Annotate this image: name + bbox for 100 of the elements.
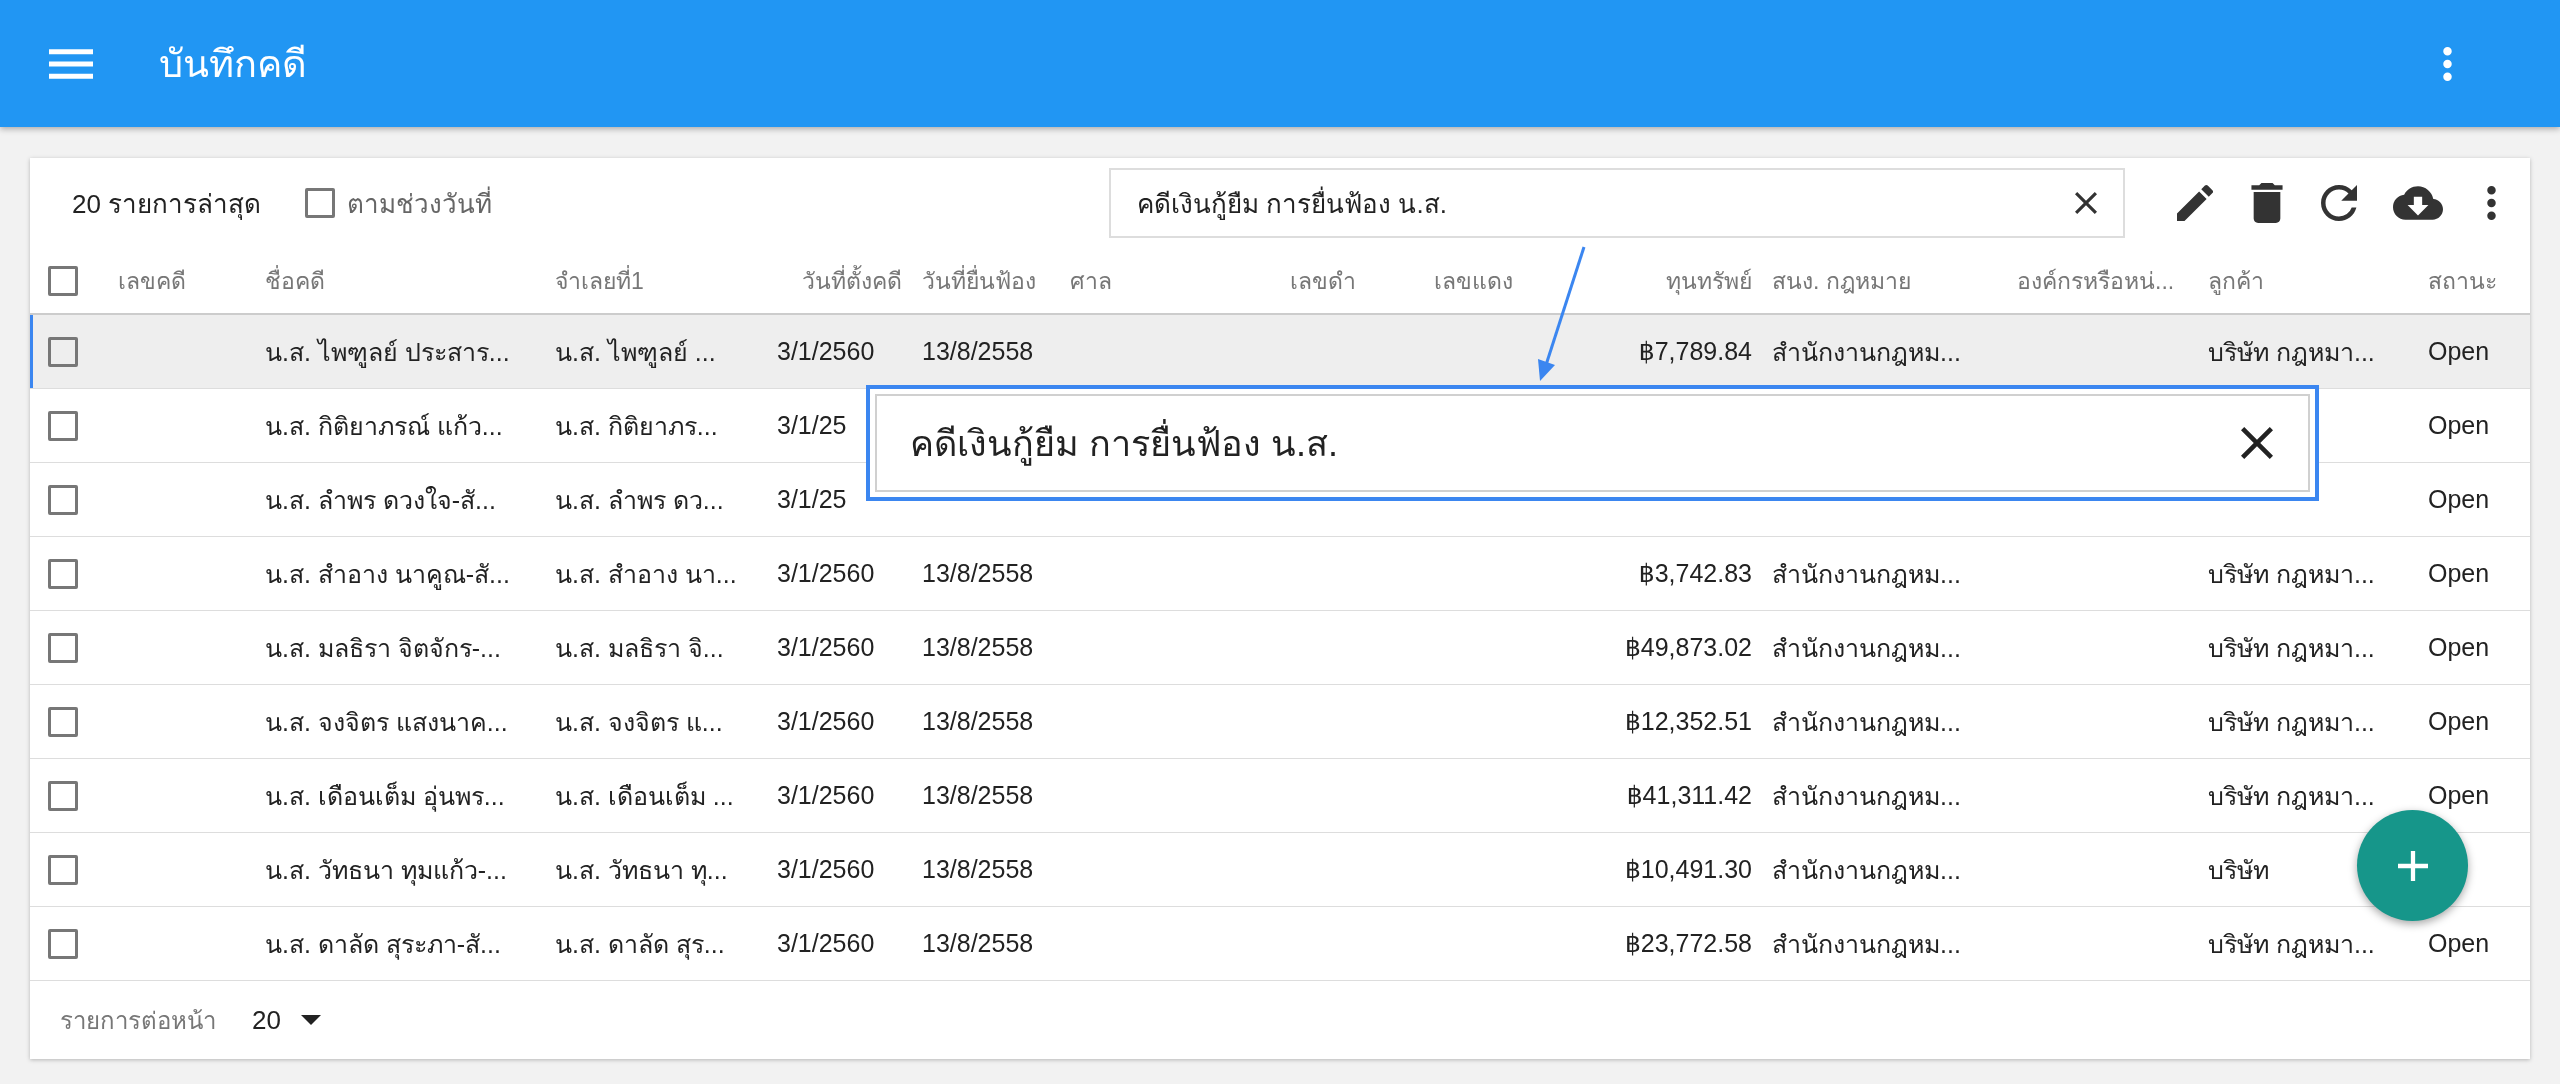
table-cell: 13/8/2558	[922, 929, 1034, 957]
table-cell: น.ส. กิติยาภร...	[555, 411, 718, 440]
table-cell: 13/8/2558	[922, 855, 1034, 883]
table-cell: 13/8/2558	[922, 707, 1034, 735]
table-cell: สำนักงานกฎหม...	[1772, 559, 1961, 588]
table-cell: น.ส. จงจิตร แสงนาค...	[265, 707, 508, 736]
table-cell: สำนักงานกฎหม...	[1772, 707, 1961, 736]
table-cell: 3/1/2560	[777, 855, 875, 883]
table-cell: 13/8/2558	[922, 337, 1034, 365]
table-cell: สำนักงานกฎหม...	[1772, 337, 1961, 366]
table-cell: 3/1/2560	[777, 559, 875, 587]
table-cell: บริษัท กฎหมา...	[2208, 337, 2375, 366]
column-header[interactable]: ศาล	[1070, 267, 1112, 294]
edit-icon[interactable]	[2177, 183, 2213, 223]
menu-icon[interactable]	[49, 48, 93, 79]
table-cell: ฿23,772.58	[1624, 929, 1752, 957]
callout-text: คดีเงินกู้ยืม การยื่นฟ้อง น.ส.	[910, 414, 2241, 472]
select-all-checkbox[interactable]	[48, 265, 78, 296]
record-count: 20 รายการล่าสุด	[72, 187, 262, 222]
table-cell: 3/1/25	[777, 411, 847, 439]
checkbox-label: ตามช่วงวันที่	[347, 185, 493, 221]
table-cell: บริษัท	[2208, 855, 2269, 884]
table-cell: น.ส. ลำพร ดวงใจ-สั...	[265, 485, 496, 514]
table-cell: สำนักงานกฎหม...	[1772, 855, 1961, 884]
table-cell: Open	[2428, 707, 2490, 735]
table-cell: Open	[2428, 781, 2490, 809]
rows-per-page-label: รายการต่อหน้า	[60, 1005, 216, 1036]
column-header[interactable]: เลขดำ	[1290, 267, 1356, 294]
table-cell: Open	[2428, 485, 2490, 513]
table-cell: ฿12,352.51	[1624, 707, 1752, 735]
row-checkbox[interactable]	[48, 336, 78, 367]
table-cell: น.ส. สำอาง นาคูณ-สั...	[265, 559, 510, 588]
table-cell: ฿49,873.02	[1624, 633, 1752, 661]
table-cell: Open	[2428, 411, 2490, 439]
checkbox[interactable]	[305, 188, 336, 218]
table-cell: น.ส. มลธิรา จิตจักร-...	[265, 633, 501, 662]
table-cell: Open	[2428, 929, 2490, 957]
table-cell: น.ส. วัทธนา ทุมแก้ว-...	[265, 855, 507, 884]
plus-icon	[2397, 850, 2428, 881]
table-cell: Open	[2428, 559, 2490, 587]
column-header[interactable]: เลขแดง	[1434, 267, 1513, 294]
column-header[interactable]: ทุนทรัพย์	[1666, 267, 1752, 294]
column-header[interactable]: วันที่ยื่นฟ้อง	[922, 267, 1036, 294]
table-cell: ฿41,311.42	[1626, 781, 1752, 809]
table-cell: 13/8/2558	[922, 559, 1034, 587]
table-cell: สำนักงานกฎหม...	[1772, 633, 1961, 662]
table-cell: น.ส. เดือนเต็ม ...	[555, 781, 734, 810]
app-title: บันทึกคดี	[159, 42, 308, 87]
column-header[interactable]: เลขคดี	[118, 267, 186, 294]
column-header[interactable]: ลูกค้า	[2208, 267, 2264, 294]
table-cell: น.ส. จงจิตร แ...	[555, 707, 723, 736]
row-checkbox[interactable]	[48, 558, 78, 589]
table-cell: น.ส. วัทธนา ทุ...	[555, 855, 728, 884]
highlighted-row[interactable]: น.ส. ไพฑูลย์ ประสาร... น.ส. ไพฑูลย์ ... 3/1/2560 13/8/2558 ฿7,789.84 สำนักงานกฎหม... บริษัท กฎหมา... Open	[30, 315, 2530, 389]
rows-per-page-dropdown[interactable]: 20	[252, 1004, 321, 1036]
table-cell: 3/1/2560	[777, 781, 875, 809]
table-cell: ฿7,789.84	[1638, 337, 1752, 365]
row-checkbox[interactable]	[48, 854, 78, 885]
table-cell: Open	[2428, 337, 2490, 365]
table-cell: 13/8/2558	[922, 781, 1034, 809]
table-cell: น.ส. ลำพร ดว...	[555, 485, 724, 514]
table-cell: น.ส. สำอาง นา...	[555, 559, 737, 588]
row-checkbox[interactable]	[48, 410, 78, 441]
table-cell: ฿3,742.83	[1638, 559, 1752, 587]
search-field[interactable]: คดีเงินกู้ยืม การยื่นฟ้อง น.ส.	[1109, 168, 2125, 238]
row-checkbox[interactable]	[48, 706, 78, 737]
row-checkbox[interactable]	[48, 928, 78, 959]
table-cell: 13/8/2558	[922, 633, 1034, 661]
table-cell: 3/1/2560	[777, 337, 875, 365]
column-header[interactable]: องค์กรหรือหน่...	[2017, 267, 2175, 294]
row-checkbox[interactable]	[48, 632, 78, 663]
caret-icon	[300, 1015, 321, 1025]
delete-icon[interactable]	[2249, 183, 2285, 223]
table-cell: น.ส. ไพฑูลย์ ...	[555, 337, 716, 366]
more-options-icon[interactable]	[2487, 186, 2496, 220]
table-cell: น.ส. ดาลัด สุร...	[555, 929, 725, 958]
table-cell: 3/1/25	[777, 485, 847, 513]
row-checkbox[interactable]	[48, 780, 78, 811]
column-header[interactable]: จำเลยที่1	[555, 267, 644, 294]
table-cell: 3/1/2560	[777, 929, 875, 957]
table-cell: บริษัท กฎหมา...	[2208, 929, 2375, 958]
refresh-icon[interactable]	[2321, 183, 2357, 223]
table-cell: บริษัท กฎหมา...	[2208, 559, 2375, 588]
table-cell: น.ส. เดือนเต็ม อุ่นพร...	[265, 781, 505, 810]
table-cell: สำนักงานกฎหม...	[1772, 781, 1961, 810]
table-cell: น.ส. ไพฑูลย์ ประสาร...	[265, 337, 510, 366]
table-cell: สำนักงานกฎหม...	[1772, 929, 1961, 958]
close-icon	[2241, 427, 2273, 459]
column-header[interactable]: ชื่อคดี	[265, 267, 325, 294]
table-cell: ฿10,491.30	[1624, 855, 1752, 883]
table-cell: 3/1/2560	[777, 707, 875, 735]
table-cell: Open	[2428, 633, 2490, 661]
close-icon[interactable]	[2075, 192, 2097, 214]
table-cell: น.ส. ดาลัด สุระภา-สั...	[265, 929, 501, 958]
column-header[interactable]: สนง. กฎหมาย	[1772, 267, 1911, 294]
row-checkbox[interactable]	[48, 484, 78, 515]
column-header[interactable]: สถานะ	[2428, 267, 2497, 294]
cloud-download-icon[interactable]	[2393, 186, 2443, 220]
column-header[interactable]: วันที่ตั้งคดี	[802, 267, 902, 294]
table-cell: น.ส. มลธิรา จิ...	[555, 633, 724, 662]
